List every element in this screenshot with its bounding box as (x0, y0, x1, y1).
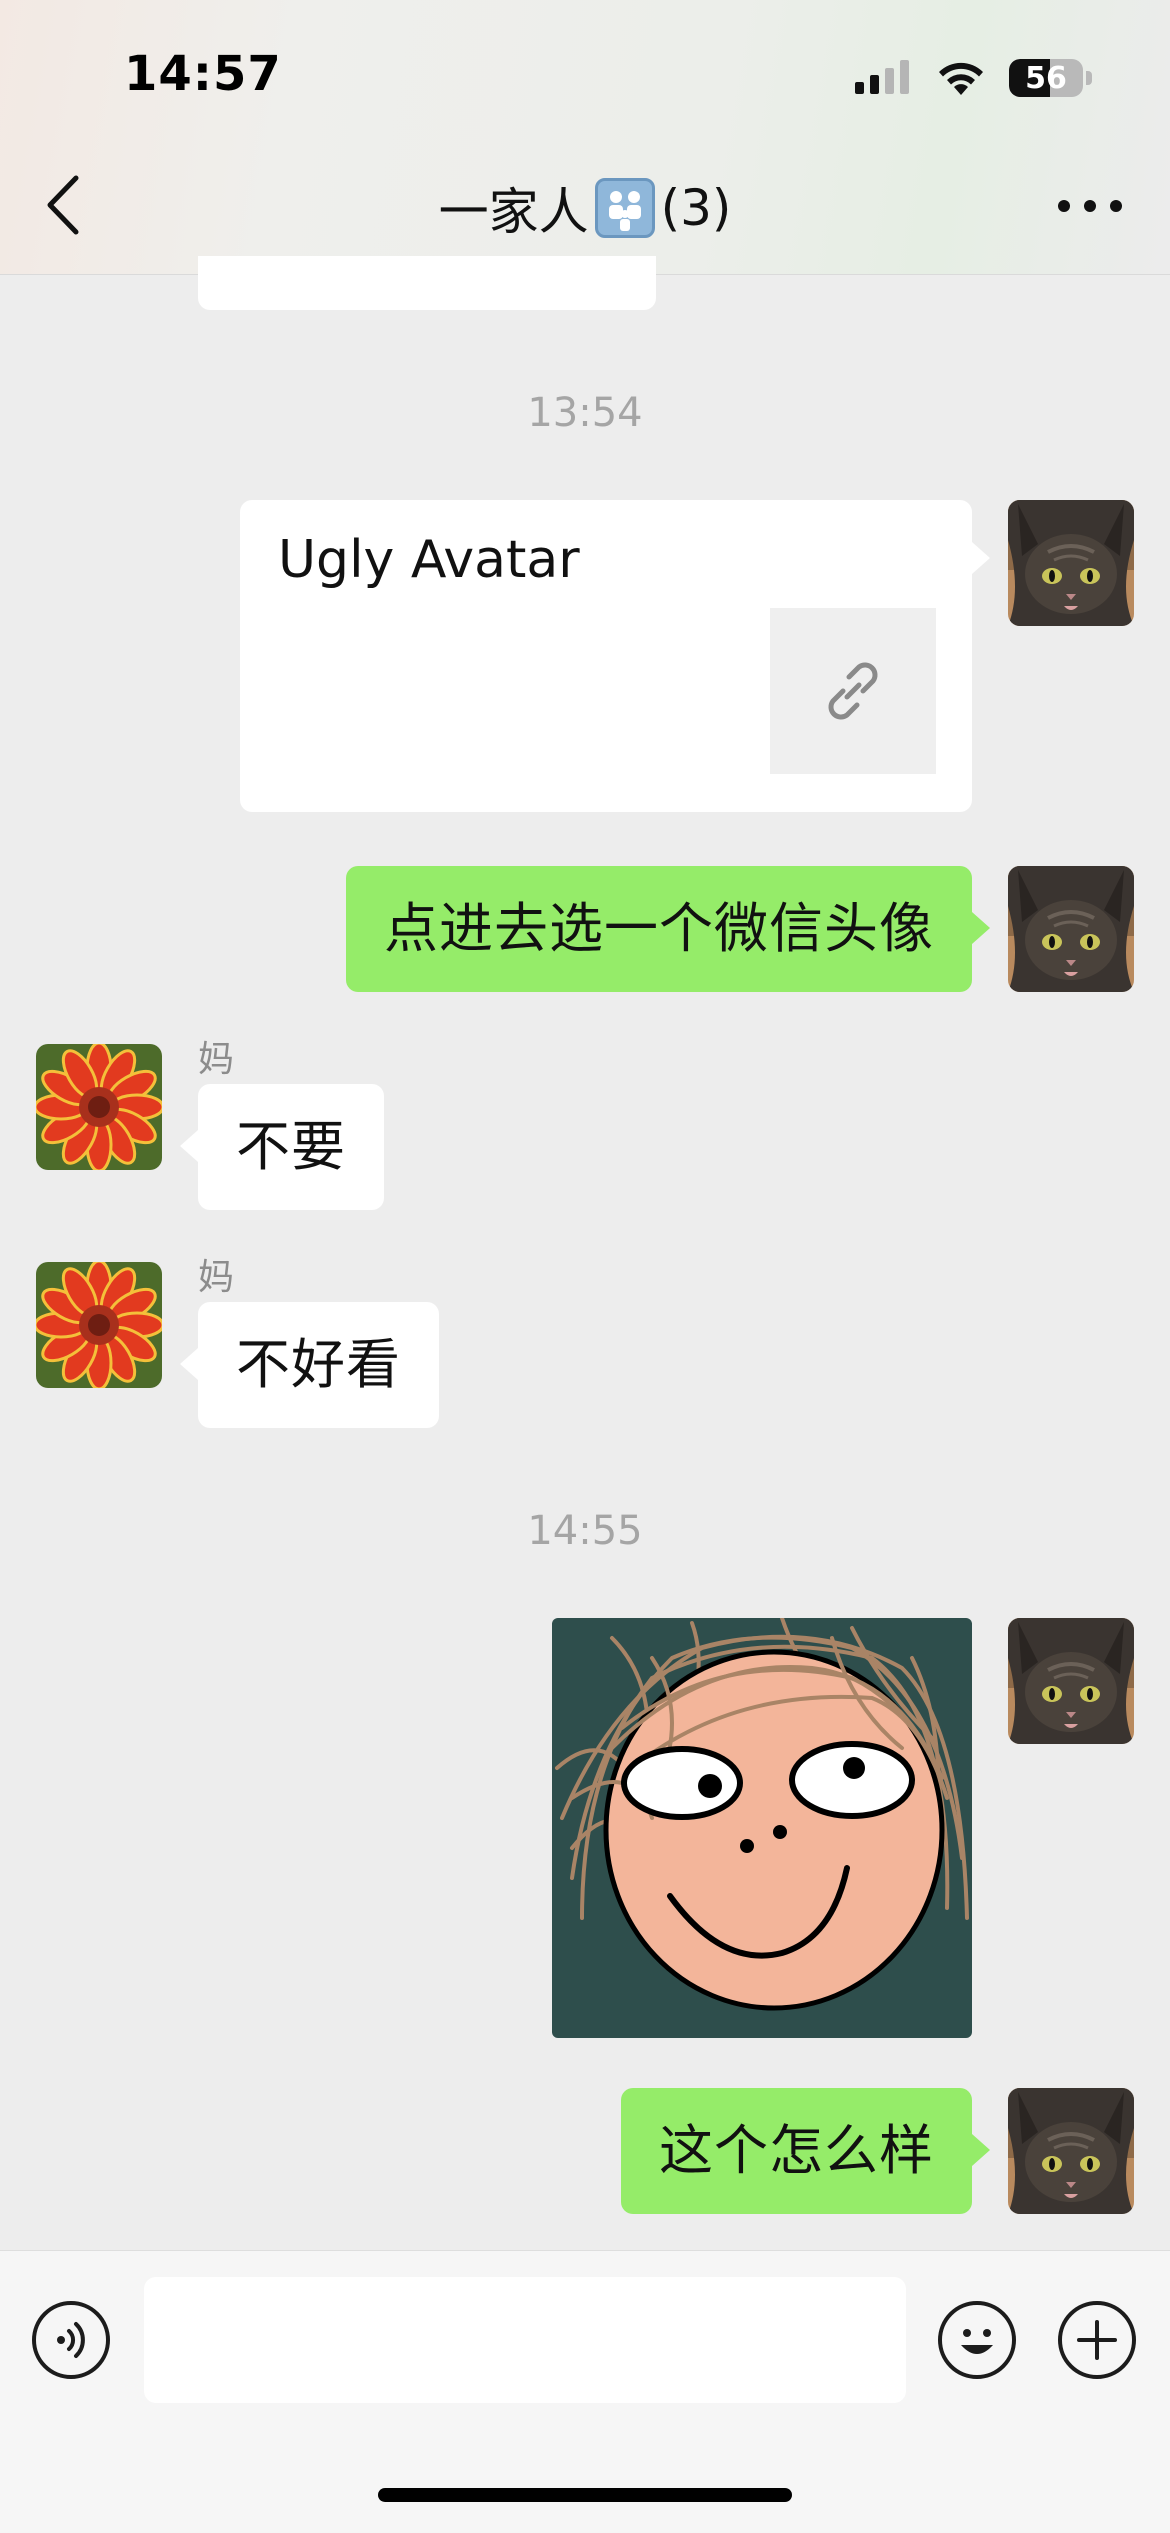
previous-message-bubble[interactable] (198, 256, 656, 310)
status-icons: 56 (855, 52, 1092, 104)
emoji-icon (961, 2329, 993, 2354)
link-icon (828, 662, 878, 720)
image-message[interactable] (552, 1618, 972, 2038)
cat-avatar-image (1008, 500, 1134, 626)
link-card-message[interactable]: Ugly Avatar (240, 500, 972, 812)
cat-avatar-image (1008, 1618, 1134, 1744)
my-avatar[interactable] (1008, 1618, 1134, 1744)
mom-message-bubble[interactable]: 不好看 (198, 1302, 439, 1428)
chat-title: 一家人 (3) (0, 170, 1170, 246)
wifi-icon (939, 62, 983, 95)
member-count: (3) (660, 179, 732, 237)
ugly-avatar-drawing (552, 1618, 972, 2038)
sender-name: 妈 (198, 1257, 235, 1298)
battery-level: 56 (1025, 60, 1067, 96)
signal-icon (855, 60, 909, 94)
family-group-emoji (594, 178, 655, 238)
more-dots-icon (1058, 200, 1070, 212)
cat-avatar-image (1008, 2088, 1134, 2214)
my-avatar[interactable] (1008, 866, 1134, 992)
home-indicator (378, 2488, 792, 2502)
bubble-tail (972, 2134, 990, 2166)
voice-icon (57, 2322, 85, 2358)
battery-icon: 56 (1009, 59, 1083, 97)
mom-message-bubble[interactable]: 不要 (198, 1084, 384, 1210)
emoji-button[interactable] (938, 2301, 1016, 2379)
my-avatar[interactable] (1008, 2088, 1134, 2214)
bubble-tail (180, 1130, 198, 1162)
bubble-tail (972, 912, 990, 944)
top-bar: 14:57 56 一家人 (3) (0, 0, 1170, 275)
plus-icon (1077, 2320, 1117, 2360)
bubble-tail (972, 542, 990, 574)
mom-avatar[interactable] (36, 1044, 162, 1170)
chat-title-text: 一家人 (438, 183, 589, 241)
link-thumbnail (770, 608, 936, 774)
flower-avatar-image (36, 1262, 162, 1388)
status-time: 14:57 (124, 46, 282, 102)
timestamp: 14:55 (527, 1508, 643, 1554)
more-button[interactable] (1058, 186, 1122, 226)
message-input[interactable] (144, 2277, 906, 2403)
timestamp: 13:54 (527, 390, 643, 436)
flower-avatar-image (36, 1044, 162, 1170)
my-message-bubble[interactable]: 点进去选一个微信头像 (346, 866, 972, 992)
my-avatar[interactable] (1008, 500, 1134, 626)
bubble-tail (180, 1348, 198, 1380)
mom-avatar[interactable] (36, 1262, 162, 1388)
plus-button[interactable] (1058, 2301, 1136, 2379)
my-message-bubble[interactable]: 这个怎么样 (621, 2088, 972, 2214)
voice-button[interactable] (32, 2301, 110, 2379)
cat-avatar-image (1008, 866, 1134, 992)
sender-name: 妈 (198, 1039, 235, 1080)
battery-nub (1086, 71, 1092, 85)
link-card-title: Ugly Avatar (278, 530, 580, 590)
